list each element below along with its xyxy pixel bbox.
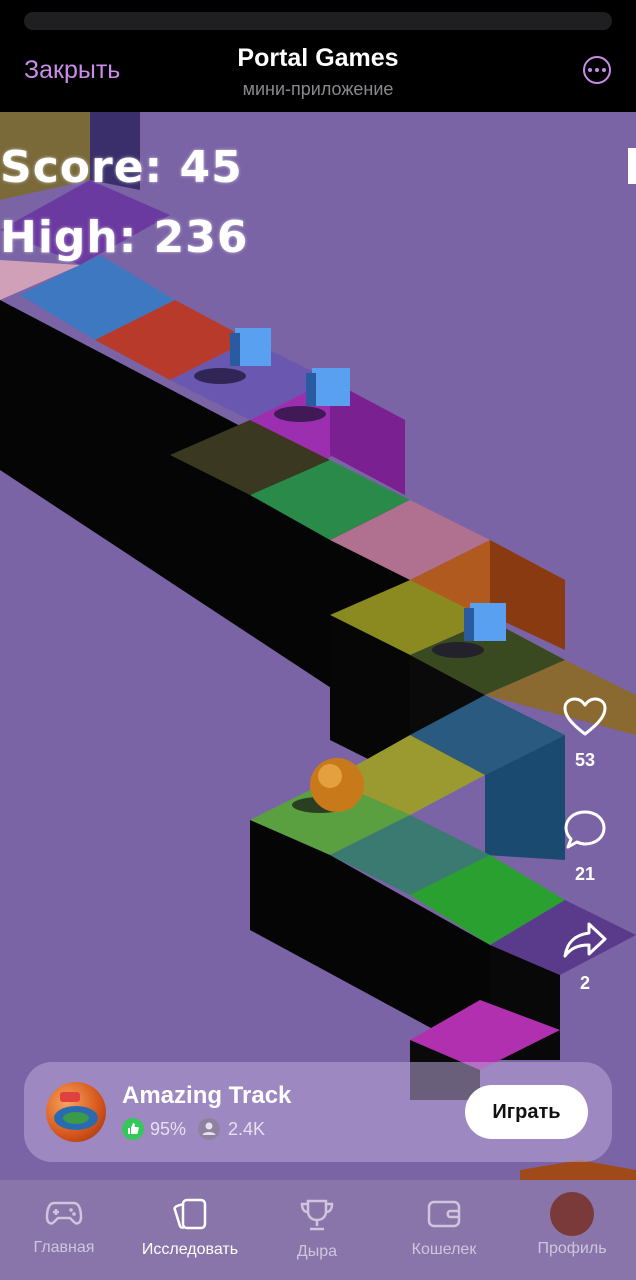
players-count: 2.4K [228,1118,266,1139]
title-block: Portal Games мини-приложение [0,44,636,100]
share-count: 2 [579,973,590,993]
game-thumbnail [46,1082,106,1142]
rating-value: 95% [150,1118,187,1139]
tab-wallet[interactable]: Кошелек [384,1198,504,1259]
promo-stats: 95% 2.4K [122,1118,265,1140]
page-title: Portal Games [237,44,399,72]
tab-trophy[interactable]: Дыра [257,1198,377,1261]
like-action[interactable]: 53 [560,697,610,771]
game-canvas[interactable]: Score: 45 High: 236 53 21 2 Amazing Trac… [0,112,636,1280]
tab-profile[interactable]: Профиль [512,1192,632,1258]
tab-explore[interactable]: Исследовать [130,1198,250,1259]
bottom-tab-bar: Главная Исследовать Дыра Кошелек Профиль [0,1180,636,1280]
drag-handle[interactable] [24,12,612,30]
tab-home-label: Главная [33,1239,95,1256]
promo-card[interactable]: Amazing Track 95% 2.4K Играть [24,1062,612,1162]
high-score-label: High: 236 [0,212,249,263]
tab-home[interactable]: Главная [4,1198,124,1257]
comment-icon [564,810,606,849]
more-options-icon[interactable] [583,56,611,84]
wallet-icon [427,1200,461,1228]
play-button[interactable]: Играть [465,1085,588,1139]
tab-wallet-label: Кошелек [411,1241,477,1258]
avatar [550,1192,594,1236]
score-label: Score: 45 [0,142,243,193]
tab-profile-label: Профиль [537,1240,607,1257]
share-action[interactable]: 2 [560,920,610,994]
like-count: 53 [574,750,596,770]
gamepad-icon [45,1201,83,1225]
thumbs-up-icon [122,1118,144,1140]
heart-icon [563,697,607,736]
top-bar: Закрыть Portal Games мини-приложение [0,0,636,112]
trophy-icon [300,1199,334,1231]
comment-count: 21 [574,864,596,884]
cards-icon [173,1198,207,1230]
page-subtitle: мини-приложение [242,79,394,99]
tab-explore-label: Исследовать [141,1241,239,1258]
comment-action[interactable]: 21 [560,809,610,885]
pause-icon[interactable] [628,148,636,184]
user-icon [198,1118,221,1140]
tab-trophy-label: Дыра [296,1243,338,1260]
share-arrow-icon [563,922,607,958]
promo-title: Amazing Track [122,1082,292,1109]
